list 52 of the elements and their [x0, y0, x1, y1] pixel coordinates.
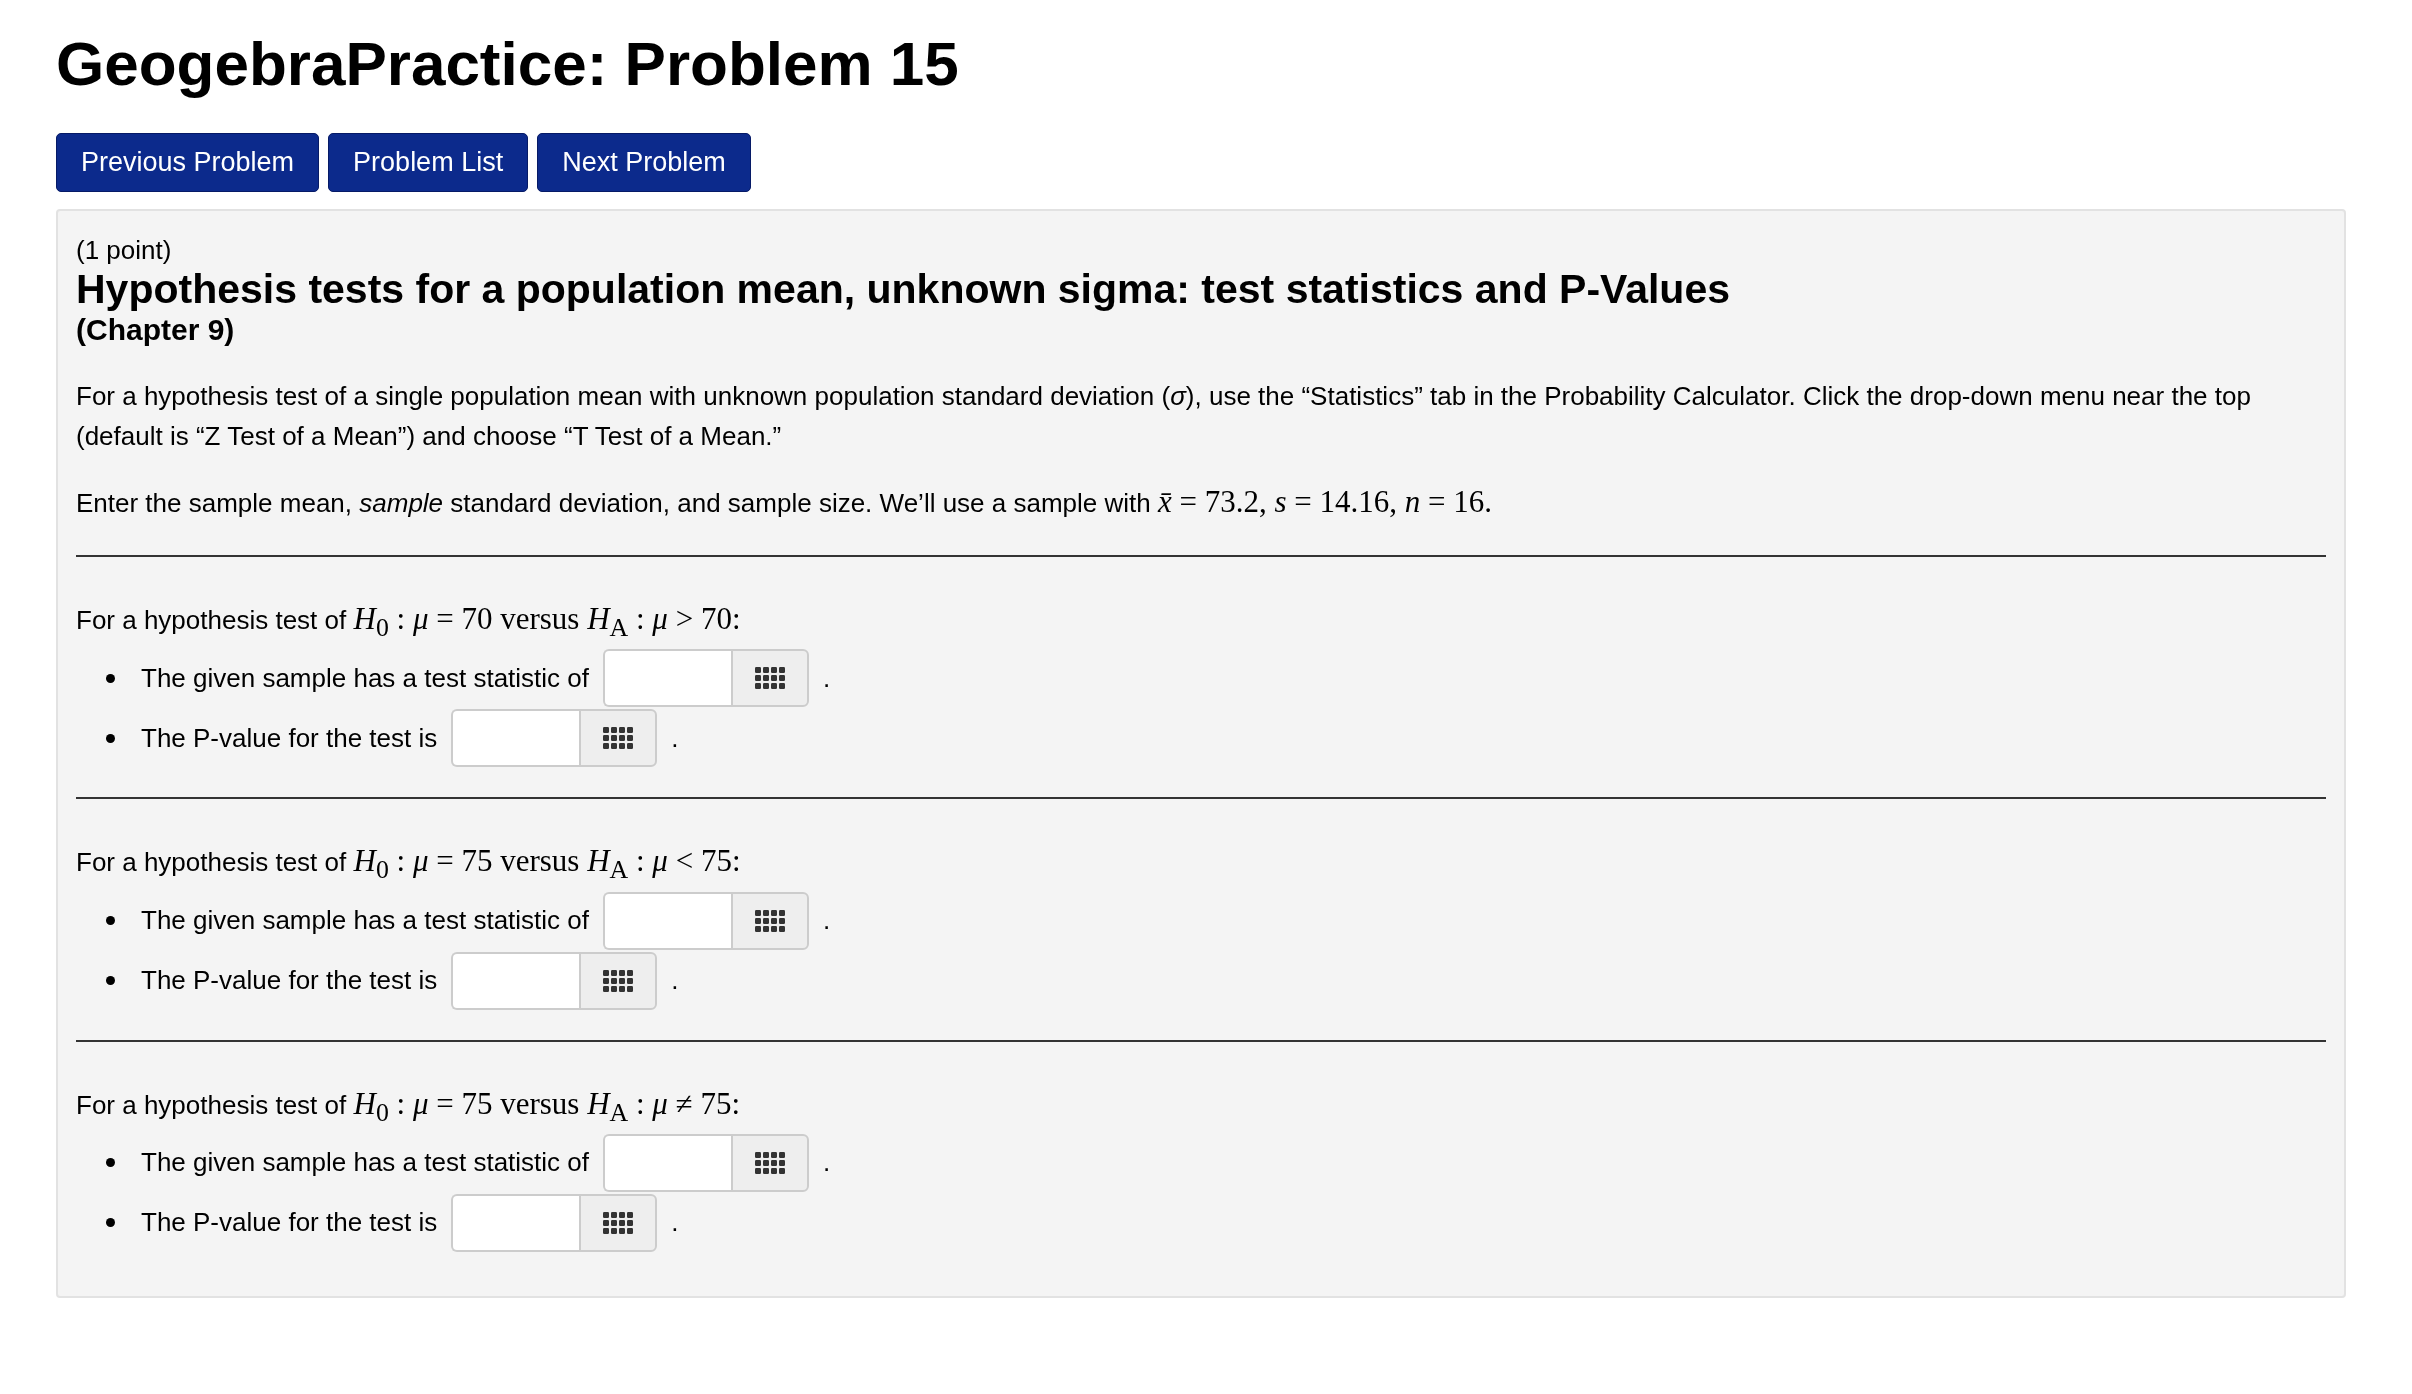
answer-field[interactable]: [603, 891, 731, 950]
points-label: (1 point): [76, 235, 173, 266]
nav-button[interactable]: Previous Problem: [56, 133, 320, 192]
keypad-button[interactable]: [731, 891, 809, 950]
answer-field[interactable]: [451, 1193, 580, 1252]
answer-label: The P-value for the test is: [141, 1207, 438, 1239]
bullet-icon: [106, 1218, 115, 1228]
period-text: .: [671, 965, 679, 996]
answer-label: The P-value for the test is: [141, 722, 438, 754]
bullet-icon: [106, 1158, 115, 1168]
formula: H$_{0}$ : μ = 75 versus H$_{A}$ : μ ≠ 75:: [353, 1085, 741, 1121]
keypad-icon: [755, 909, 785, 932]
bullet-icon: [106, 733, 115, 743]
formula: H$_{0}$ : μ = 75 versus H$_{A}$ : μ < 75:: [353, 843, 741, 879]
keypad-button[interactable]: [579, 709, 658, 768]
chapter-label: (Chapter 9): [76, 313, 236, 347]
period-text: .: [823, 662, 831, 694]
period-text: .: [671, 722, 679, 754]
answer-label: The given sample has a test statistic of: [141, 1147, 589, 1179]
answer-label: The P-value for the test is: [141, 965, 438, 996]
keypad-icon: [755, 1151, 785, 1174]
paragraph-text: Enter the sample mean, sample standard deviation, and sample size. We’ll use a sample with: [76, 488, 1151, 519]
page-title: GeogebraPractice: Problem 15: [56, 28, 960, 99]
answer-label: The given sample has a test statistic of: [141, 662, 589, 694]
keypad-button[interactable]: [579, 1193, 658, 1252]
period-text: .: [823, 905, 831, 936]
nav-button[interactable]: Problem List: [328, 133, 529, 192]
answer-field[interactable]: [603, 1133, 731, 1192]
keypad-icon: [603, 1211, 634, 1234]
question-text: For a hypothesis test of: [76, 1089, 347, 1120]
bullet-icon: [106, 976, 115, 985]
problem-title: Hypothesis tests for a population mean, unknown sigma: test statistics and P-Values: [76, 266, 1731, 313]
answer-field[interactable]: [603, 649, 731, 708]
formula: H$_{0}$ : μ = 70 versus H$_{A}$ : μ > 70:: [353, 601, 741, 637]
formula: x̄ = 73.2, s = 14.16, n = 16.: [1158, 484, 1493, 520]
period-text: .: [823, 1147, 831, 1179]
answer-field[interactable]: [451, 951, 580, 1010]
keypad-button[interactable]: [579, 951, 658, 1010]
nav-button[interactable]: Next Problem: [537, 133, 751, 192]
keypad-button[interactable]: [731, 1133, 809, 1192]
bullet-icon: [106, 673, 115, 683]
paragraph-text: For a hypothesis test of a single population mean with unknown population standard deviation (σ), use the “Statistics” tab in the Probability Calculator. Click the drop-down menu near the top (default is “Z Test of a Mean”) and choose “T Test of a Mean.”: [76, 381, 2251, 451]
keypad-icon: [603, 969, 634, 992]
question-text: For a hypothesis test of: [76, 847, 347, 878]
bullet-icon: [106, 916, 115, 925]
period-text: .: [671, 1207, 679, 1239]
keypad-icon: [603, 727, 634, 750]
keypad-icon: [755, 667, 785, 690]
question-text: For a hypothesis test of: [76, 605, 347, 636]
keypad-button[interactable]: [731, 649, 809, 708]
answer-field[interactable]: [451, 709, 580, 768]
answer-label: The given sample has a test statistic of: [141, 905, 589, 936]
